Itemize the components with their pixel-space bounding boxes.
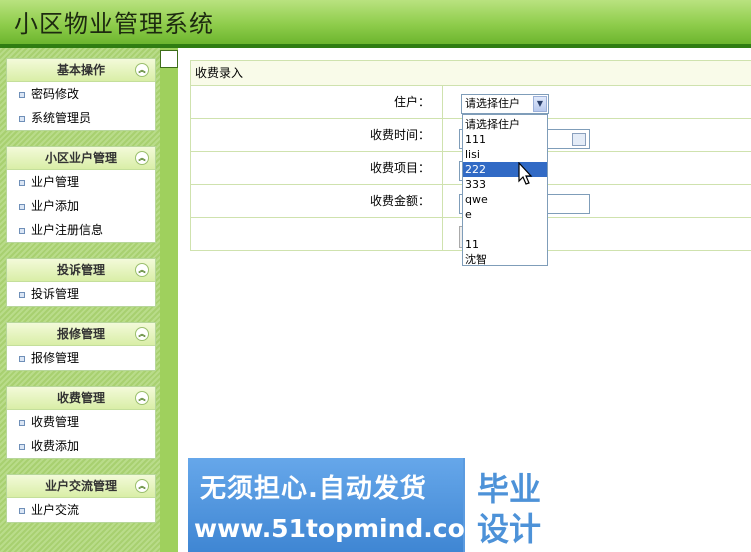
- bullet-icon: [19, 355, 25, 362]
- mouse-cursor-icon: [518, 162, 533, 185]
- collapse-icon[interactable]: ︽: [135, 263, 149, 277]
- menu-item-label: 业户交流: [31, 503, 80, 517]
- menu-item-fee-manage[interactable]: 收费管理: [7, 410, 155, 434]
- menu-item-exchange[interactable]: 业户交流: [7, 498, 155, 522]
- amount-label: 收费金额：: [191, 185, 443, 217]
- menu-group-header[interactable]: 基本操作 ︽: [7, 59, 155, 82]
- dropdown-option[interactable]: 11: [463, 237, 547, 252]
- menu-item-repair-manage[interactable]: 报修管理: [7, 346, 155, 370]
- resident-dropdown-list[interactable]: 请选择住户 111 lisi 222 333 qwe e 11 沈智: [462, 114, 548, 266]
- dropdown-option[interactable]: 请选择住户: [463, 117, 547, 132]
- menu-item-password[interactable]: 密码修改: [7, 82, 155, 106]
- bullet-icon: [19, 179, 25, 186]
- menu-item-label: 收费添加: [31, 439, 80, 453]
- dropdown-option[interactable]: lisi: [463, 147, 547, 162]
- collapse-icon[interactable]: ︽: [135, 391, 149, 405]
- menu-group-title: 投诉管理: [56, 263, 105, 277]
- sidebar: 基本操作 ︽ 密码修改 系统管理员 小区业户管理 ︽ 业户管理 业户添加 业户注…: [0, 48, 160, 552]
- menu-group-header[interactable]: 业户交流管理 ︽: [7, 475, 155, 498]
- dropdown-option[interactable]: 111: [463, 132, 547, 147]
- item-label: 收费项目：: [191, 152, 443, 184]
- menu-item-label: 业户管理: [31, 175, 80, 189]
- watermark-right-line2: 设计: [477, 510, 542, 548]
- menu-item-label: 业户添加: [31, 199, 80, 213]
- menu-group-title: 基本操作: [56, 63, 105, 77]
- chevron-down-icon[interactable]: ▼: [533, 96, 547, 112]
- menu-group-complaints: 投诉管理 ︽ 投诉管理: [6, 258, 156, 307]
- resident-label: 住户：: [191, 86, 443, 118]
- menu-item-fee-add[interactable]: 收费添加: [7, 434, 155, 458]
- menu-item-resident-add[interactable]: 业户添加: [7, 194, 155, 218]
- panel-title: 收费录入: [191, 61, 751, 86]
- watermark-line2: www.51topmind.com: [194, 514, 491, 543]
- app-title: 小区物业管理系统: [14, 10, 214, 38]
- menu-group-title: 报修管理: [56, 327, 105, 341]
- bullet-icon: [19, 443, 25, 450]
- menu-item-label: 投诉管理: [31, 287, 80, 301]
- sidebar-divider-strip: [160, 48, 178, 552]
- dropdown-option[interactable]: 333: [463, 177, 547, 192]
- menu-group-title: 小区业户管理: [44, 151, 117, 165]
- resident-select-value: 请选择住户: [465, 97, 520, 110]
- bullet-icon: [19, 291, 25, 298]
- menu-group-fees: 收费管理 ︽ 收费管理 收费添加: [6, 386, 156, 459]
- menu-group-title: 业户交流管理: [44, 479, 117, 493]
- menu-group-header[interactable]: 收费管理 ︽: [7, 387, 155, 410]
- menu-group-basic: 基本操作 ︽ 密码修改 系统管理员: [6, 58, 156, 131]
- actions-label: [191, 218, 443, 250]
- bullet-icon: [19, 91, 25, 98]
- watermark-line1: 无须担心.自动发货: [200, 474, 427, 504]
- collapse-icon[interactable]: ︽: [135, 151, 149, 165]
- bullet-icon: [19, 115, 25, 122]
- menu-group-header[interactable]: 小区业户管理 ︽: [7, 147, 155, 170]
- watermark-banner: 无须担心.自动发货 www.51topmind.com 毕业 设计: [188, 458, 563, 552]
- menu-group-residents: 小区业户管理 ︽ 业户管理 业户添加 业户注册信息: [6, 146, 156, 243]
- collapse-icon[interactable]: ︽: [135, 479, 149, 493]
- collapse-icon[interactable]: ︽: [135, 63, 149, 77]
- dropdown-option[interactable]: e: [463, 207, 547, 222]
- app-header: 小区物业管理系统: [0, 0, 751, 44]
- sidebar-toggle[interactable]: [160, 50, 178, 68]
- menu-group-repairs: 报修管理 ︽ 报修管理: [6, 322, 156, 371]
- menu-item-label: 收费管理: [31, 415, 80, 429]
- dropdown-option[interactable]: [463, 222, 547, 237]
- dropdown-option-highlighted[interactable]: 222: [463, 162, 547, 177]
- menu-group-title: 收费管理: [56, 391, 105, 405]
- menu-item-complaint-manage[interactable]: 投诉管理: [7, 282, 155, 306]
- collapse-icon[interactable]: ︽: [135, 327, 149, 341]
- bullet-icon: [19, 227, 25, 234]
- content-gutter: [178, 48, 182, 552]
- bullet-icon: [19, 507, 25, 514]
- resident-select[interactable]: 请选择住户 ▼: [461, 94, 549, 114]
- menu-item-admin[interactable]: 系统管理员: [7, 106, 155, 130]
- menu-item-label: 系统管理员: [31, 111, 92, 125]
- watermark-left: 无须担心.自动发货 www.51topmind.com: [188, 458, 491, 552]
- bullet-icon: [19, 419, 25, 426]
- menu-group-exchange: 业户交流管理 ︽ 业户交流: [6, 474, 156, 523]
- menu-group-header[interactable]: 报修管理 ︽: [7, 323, 155, 346]
- calendar-icon[interactable]: [572, 133, 586, 146]
- watermark-right: 毕业 设计: [465, 458, 563, 552]
- dropdown-option[interactable]: 沈智: [463, 252, 547, 267]
- menu-item-resident-manage[interactable]: 业户管理: [7, 170, 155, 194]
- menu-item-resident-register[interactable]: 业户注册信息: [7, 218, 155, 242]
- menu-group-header[interactable]: 投诉管理 ︽: [7, 259, 155, 282]
- time-label: 收费时间：: [191, 119, 443, 151]
- menu-item-label: 业户注册信息: [31, 223, 104, 237]
- dropdown-option[interactable]: qwe: [463, 192, 547, 207]
- menu-item-label: 密码修改: [31, 87, 80, 101]
- bullet-icon: [19, 203, 25, 210]
- menu-item-label: 报修管理: [31, 351, 80, 365]
